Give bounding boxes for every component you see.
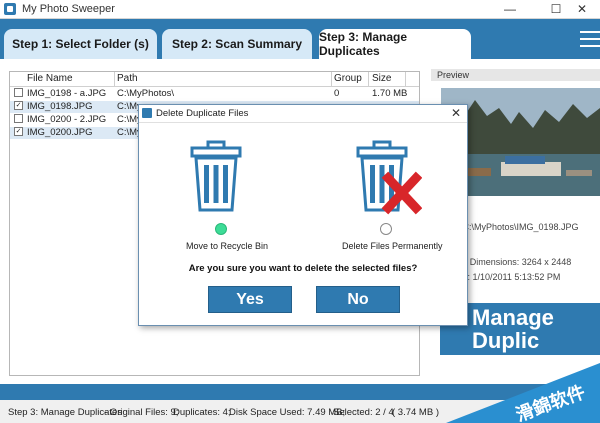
dialog-title-bar: Delete Duplicate Files ✕: [139, 105, 467, 123]
status-disk-space: Disk Space Used: 7.49 MB;: [229, 407, 346, 418]
banner-line-2: Duplic: [472, 328, 540, 353]
delete-permanently-radio[interactable]: [380, 223, 392, 235]
column-divider: [331, 72, 332, 86]
row-file-name: IMG_0200.JPG: [27, 127, 93, 138]
confirm-question: Are you sure you want to delete the sele…: [188, 263, 418, 274]
tab-select-folder[interactable]: Step 1: Select Folder (s): [4, 29, 157, 59]
banner-line-1: Manage: [472, 305, 554, 330]
title-bar: My Photo Sweeper — ☐ ✕: [0, 0, 600, 19]
delete-permanently-icon[interactable]: [352, 138, 423, 216]
app-icon: [4, 3, 16, 15]
row-checkbox[interactable]: ✓: [14, 127, 23, 136]
recycle-bin-label: Move to Recycle Bin: [186, 241, 269, 251]
column-size[interactable]: Size: [372, 73, 391, 84]
row-path: C:\MyPhotos\: [117, 88, 175, 99]
row-file-name: IMG_0200 - 2.JPG: [27, 114, 107, 125]
dialog-app-icon: [142, 108, 152, 118]
column-file-name[interactable]: File Name: [27, 73, 73, 84]
no-button[interactable]: No: [316, 286, 400, 313]
column-group[interactable]: Group: [334, 73, 362, 84]
recycle-bin-icon[interactable]: [186, 138, 246, 216]
status-selected: Selected: 2 / 4: [333, 407, 394, 418]
watermark-logo: 滑錦软件: [446, 363, 600, 423]
app-title: My Photo Sweeper: [22, 3, 115, 15]
column-divider: [405, 72, 406, 86]
tab-bar: Step 1: Select Folder (s) Step 2: Scan S…: [0, 19, 600, 59]
menu-icon[interactable]: [580, 29, 600, 49]
delete-permanently-label: Delete Files Permanently: [342, 241, 443, 251]
status-duplicates: Duplicates: 4;: [173, 407, 231, 418]
delete-duplicates-dialog: Delete Duplicate Files ✕ Move to Recycle…: [138, 104, 468, 326]
yes-button[interactable]: Yes: [208, 286, 292, 313]
row-checkbox[interactable]: ✓: [14, 101, 23, 110]
close-button[interactable]: ✕: [564, 0, 600, 18]
dialog-title: Delete Duplicate Files: [156, 108, 249, 119]
tab-scan-summary[interactable]: Step 2: Scan Summary: [162, 29, 312, 59]
column-path[interactable]: Path: [117, 73, 138, 84]
tab-manage-duplicates[interactable]: Step 3: Manage Duplicates: [319, 29, 471, 59]
status-selected-size: ( 3.74 MB ): [392, 407, 439, 418]
table-row[interactable]: IMG_0198 - a.JPG C:\MyPhotos\ 0 1.70 MB: [10, 88, 419, 100]
status-original-files: - Original Files: 9;: [104, 407, 179, 418]
row-size: 1.70 MB: [372, 88, 408, 99]
row-file-name: IMG_0198.JPG: [27, 101, 93, 112]
column-divider: [368, 72, 369, 86]
row-file-name: IMG_0198 - a.JPG: [27, 88, 107, 99]
minimize-button[interactable]: —: [492, 0, 528, 18]
column-divider: [114, 72, 115, 86]
row-group: 0: [334, 88, 340, 99]
file-list-header: File Name Path Group Size: [10, 72, 419, 87]
dialog-close-icon[interactable]: ✕: [451, 106, 461, 120]
row-checkbox[interactable]: [14, 88, 23, 97]
recycle-bin-radio[interactable]: [215, 223, 227, 235]
row-checkbox[interactable]: [14, 114, 23, 123]
preview-header: Preview: [431, 69, 600, 81]
